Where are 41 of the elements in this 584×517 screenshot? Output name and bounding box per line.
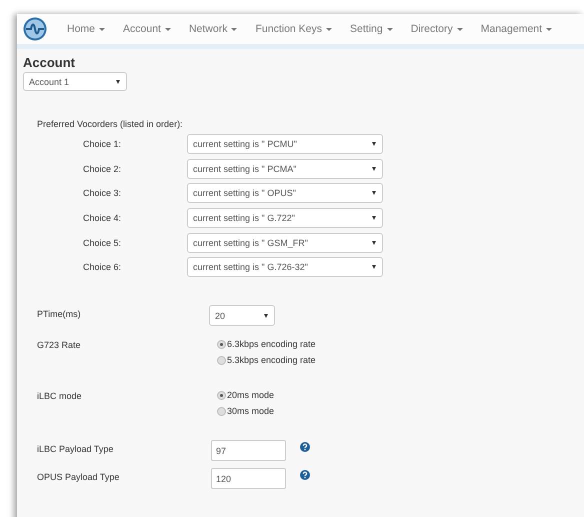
radio-button[interactable] bbox=[217, 390, 226, 400]
radio-label: 5.3kbps encoding rate bbox=[227, 355, 316, 366]
codec-select[interactable]: current setting is " G.726-32" bbox=[187, 257, 383, 278]
nav-menu-item[interactable]: Network bbox=[188, 23, 238, 35]
choice-label: Choice 6: bbox=[82, 262, 122, 272]
radio-label: 20ms mode bbox=[227, 390, 274, 400]
field-label: G723 Rate bbox=[37, 339, 82, 350]
codec-select[interactable]: current setting is " G.722" bbox=[187, 208, 383, 228]
input-field[interactable]: 120 bbox=[211, 468, 286, 490]
nav-menu-item[interactable]: Home bbox=[67, 23, 106, 35]
input-field[interactable]: 97 bbox=[211, 440, 286, 462]
account-select[interactable]: Account 1 bbox=[23, 72, 127, 91]
codec-select[interactable]: current setting is " GSM_FR" bbox=[187, 232, 383, 253]
choice-label: Choice 5: bbox=[82, 238, 122, 248]
field-label: iLBC mode bbox=[37, 390, 83, 402]
field-label: PTime(ms) bbox=[37, 308, 82, 320]
choice-label: Choice 2: bbox=[82, 164, 122, 174]
field-label: Preferred Vocorders (listed in order): bbox=[37, 119, 184, 129]
nav-menu-item[interactable]: Setting bbox=[350, 23, 393, 35]
choice-label: Choice 1: bbox=[82, 139, 122, 149]
ptime-select[interactable]: 20 bbox=[209, 305, 275, 326]
help-icon[interactable] bbox=[300, 442, 310, 452]
help-icon[interactable] bbox=[300, 470, 310, 480]
radio-label: 6.3kbps encoding rate bbox=[227, 339, 316, 350]
radio-button[interactable] bbox=[217, 406, 226, 416]
codec-select[interactable]: current setting is " OPUS" bbox=[187, 183, 383, 204]
choice-label: Choice 3: bbox=[82, 188, 122, 198]
nav-menu-item[interactable]: Management bbox=[480, 23, 552, 35]
codec-select[interactable]: current setting is " PCMU" bbox=[187, 134, 383, 154]
logo-icon bbox=[23, 17, 47, 41]
radio-button[interactable] bbox=[217, 340, 226, 349]
choice-label: Choice 4: bbox=[82, 213, 122, 224]
nav-menu-item[interactable]: Account bbox=[123, 23, 171, 35]
nav-menu-item[interactable]: Directory bbox=[410, 23, 463, 35]
field-label: iLBC Payload Type bbox=[37, 443, 114, 454]
section-title: Account bbox=[23, 55, 76, 70]
field-label: OPUS Payload Type bbox=[37, 471, 120, 482]
codec-select[interactable]: current setting is " PCMA" bbox=[187, 158, 383, 179]
radio-label: 30ms mode bbox=[227, 406, 274, 416]
nav-menu-item[interactable]: Function Keys bbox=[255, 23, 332, 35]
radio-button[interactable] bbox=[217, 356, 226, 365]
